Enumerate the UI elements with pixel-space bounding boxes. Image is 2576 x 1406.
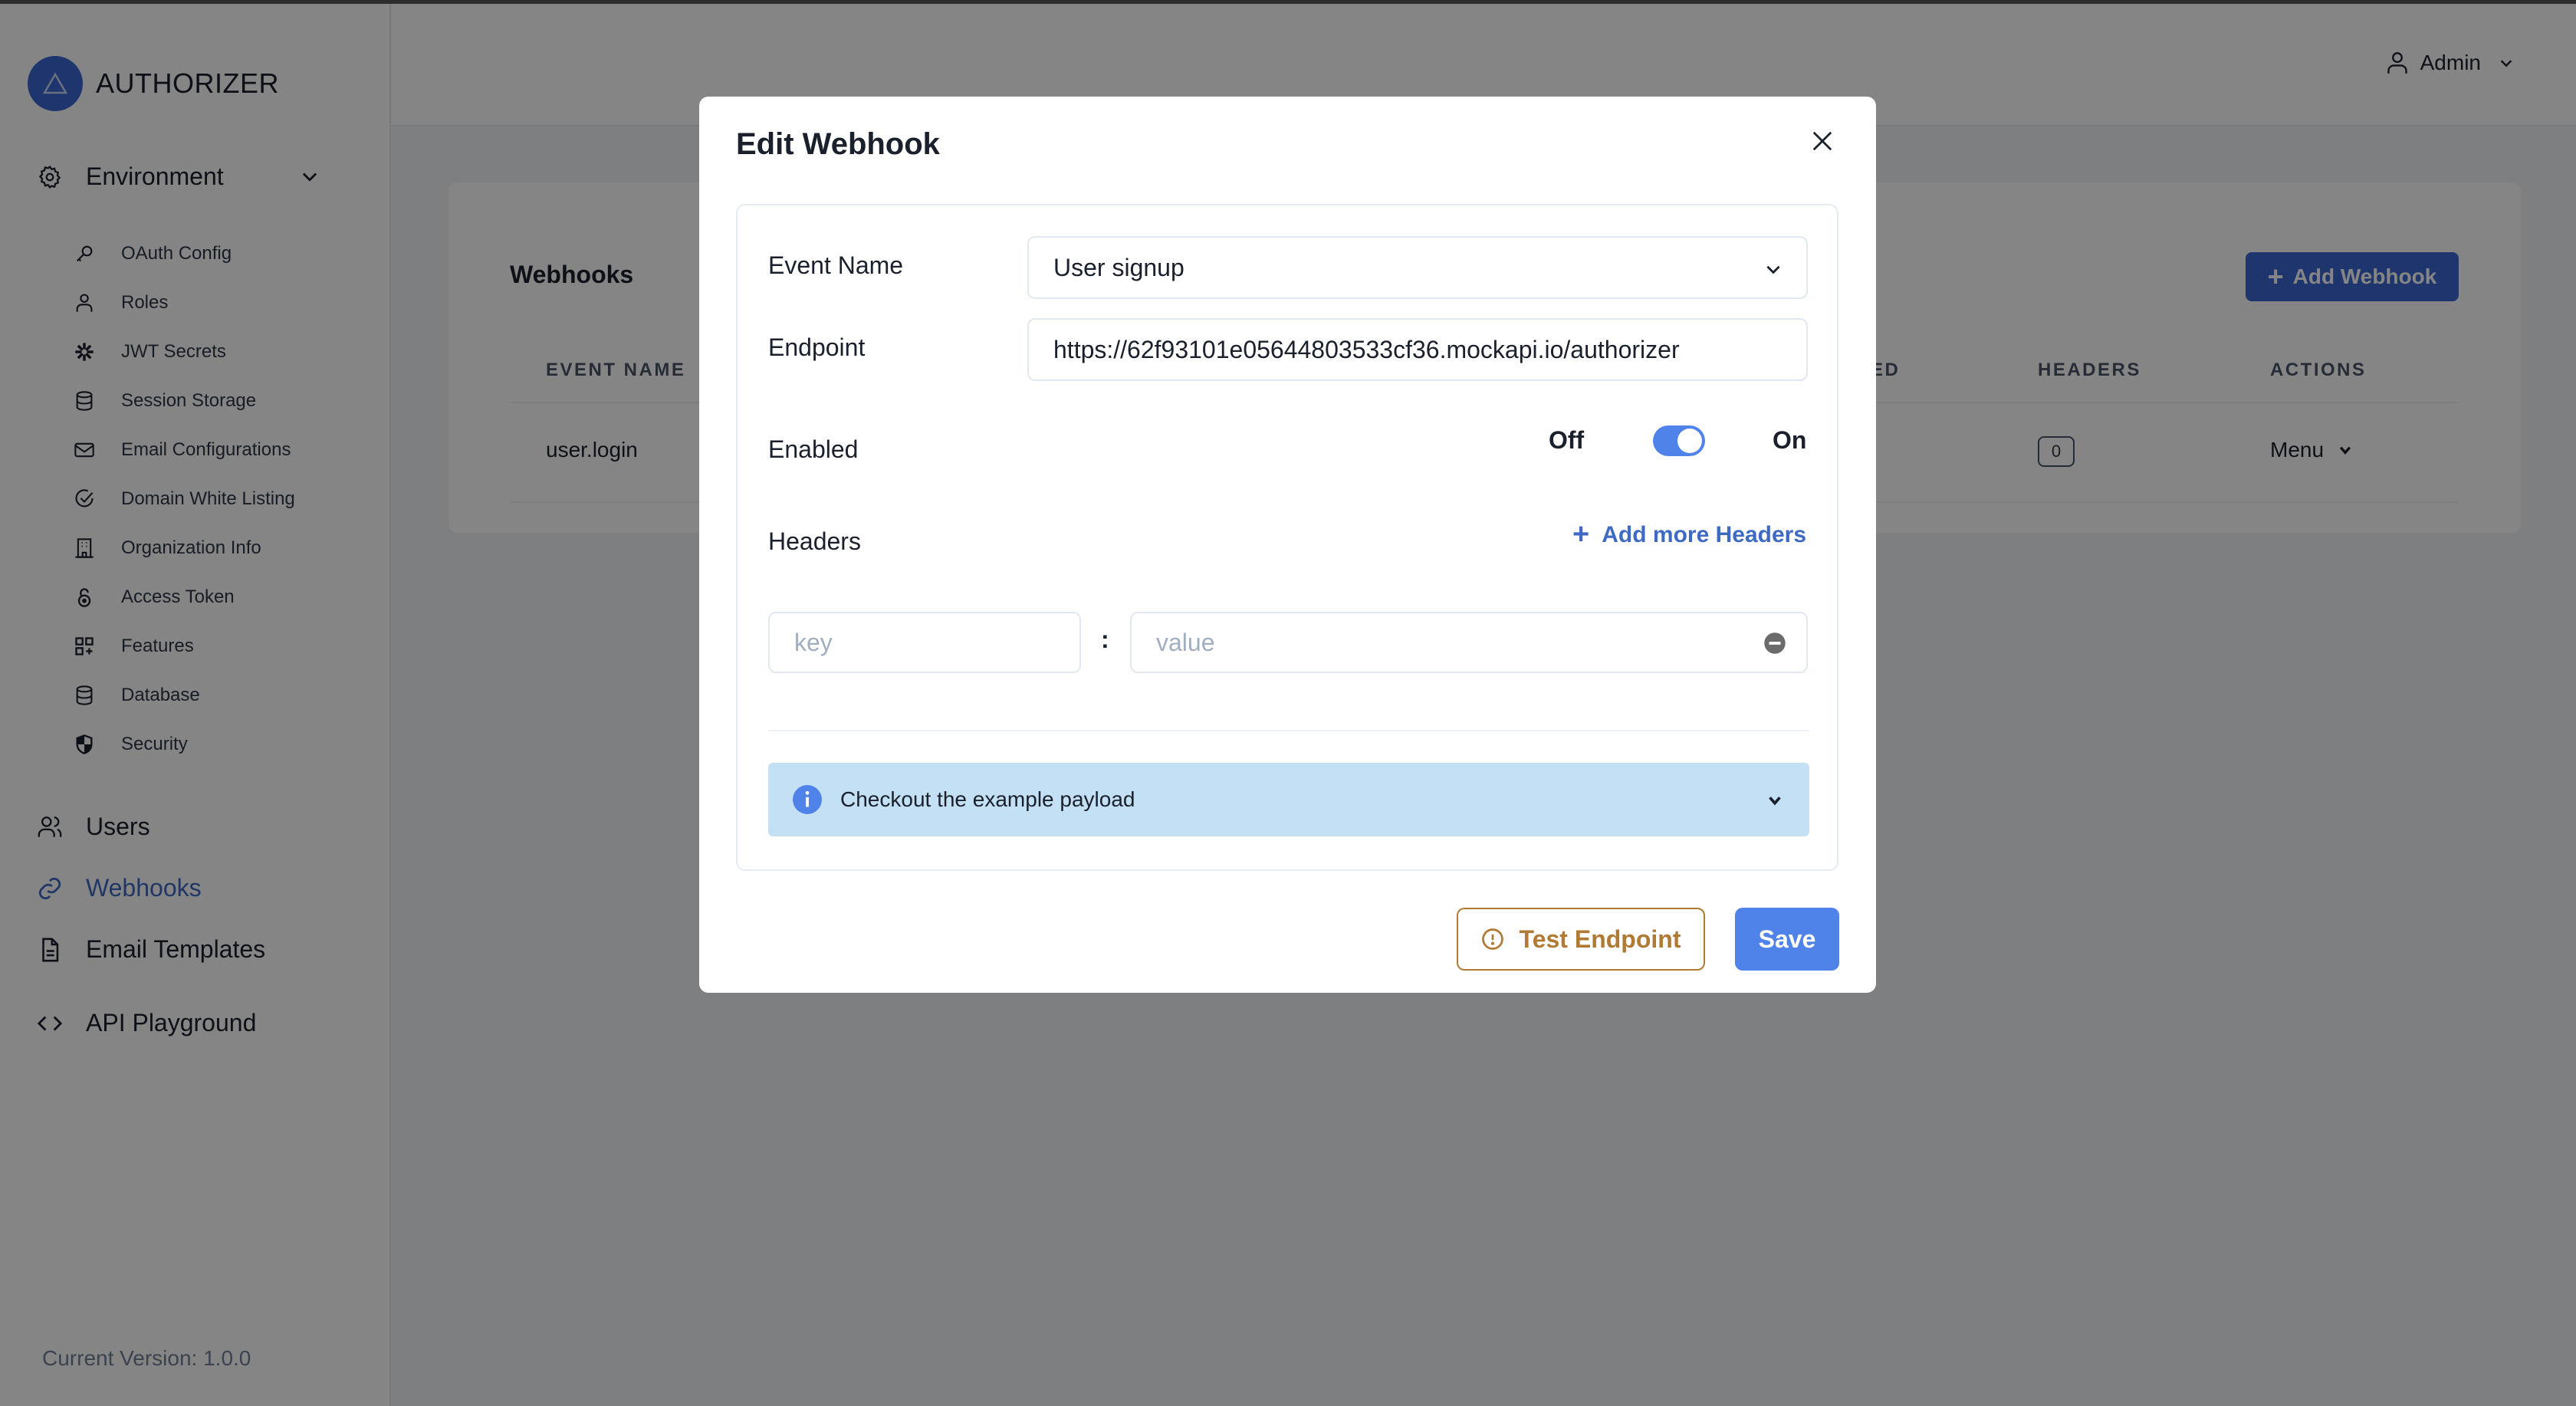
toggle-on-label: On: [1773, 426, 1807, 454]
close-icon: [1812, 131, 1832, 151]
save-button[interactable]: Save: [1735, 908, 1839, 971]
chevron-down-icon: [1766, 265, 1780, 274]
chevron-down-icon: [1769, 797, 1781, 806]
enabled-toggle[interactable]: [1653, 425, 1705, 456]
form-divider: [768, 730, 1809, 731]
edit-webhook-modal: Edit Webhook Event Name User signup Endp…: [699, 97, 1876, 993]
header-key-input[interactable]: key: [768, 612, 1081, 673]
endpoint-input[interactable]: https://62f93101e05644803533cf36.mockapi…: [1027, 318, 1808, 381]
window-top-strip: [0, 0, 2576, 4]
modal-title: Edit Webhook: [736, 127, 940, 161]
plus-icon: +: [1572, 518, 1590, 550]
toggle-off-label: Off: [1549, 426, 1585, 454]
header-value-input[interactable]: value: [1130, 612, 1808, 673]
event-name-label: Event Name: [768, 251, 904, 279]
alert-circle-icon: [1481, 928, 1503, 950]
test-endpoint-button[interactable]: Test Endpoint: [1457, 908, 1705, 971]
remove-header-icon[interactable]: [1763, 632, 1786, 655]
enabled-label: Enabled: [768, 435, 859, 463]
event-name-select[interactable]: User signup: [1027, 236, 1808, 299]
example-payload-accordion[interactable]: Checkout the example payload: [768, 763, 1809, 836]
add-more-headers-button[interactable]: + Add more Headers: [1572, 518, 1806, 551]
endpoint-label: Endpoint: [768, 333, 866, 361]
close-button[interactable]: [1802, 121, 1842, 161]
headers-label: Headers: [768, 527, 861, 555]
key-value-separator: :: [1101, 626, 1109, 653]
info-icon: [793, 785, 822, 814]
webhook-form: Event Name User signup Endpoint https://…: [736, 204, 1838, 871]
toggle-knob: [1677, 429, 1702, 453]
